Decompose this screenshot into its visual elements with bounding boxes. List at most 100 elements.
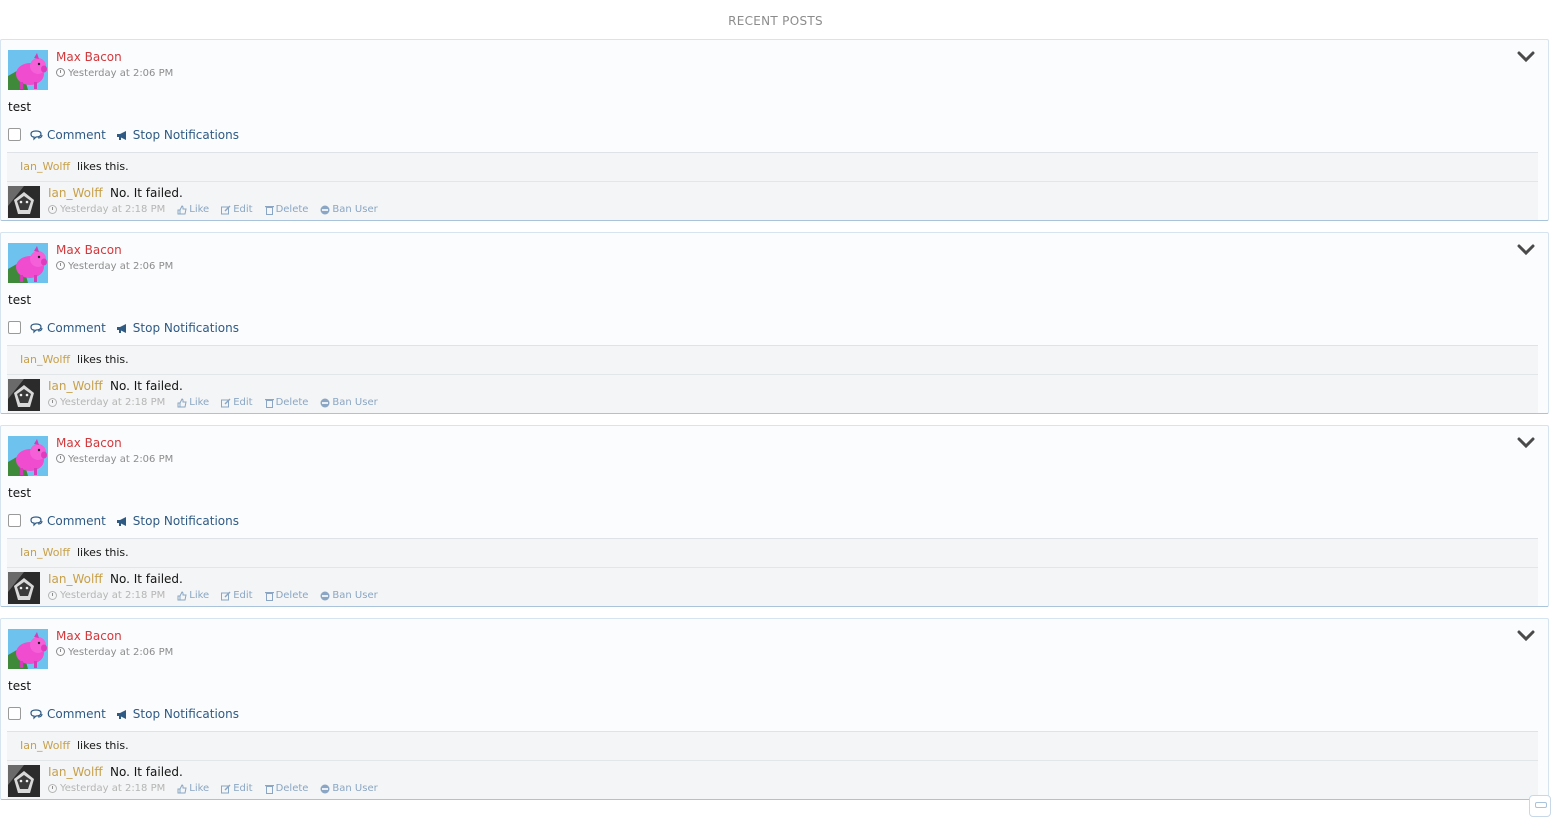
post-author-name[interactable]: Max Bacon: [56, 243, 122, 257]
comment-button[interactable]: Comment: [30, 707, 106, 721]
trash-icon: [264, 398, 274, 408]
chevron-down-icon[interactable]: [1517, 629, 1535, 643]
avatar[interactable]: [8, 379, 40, 411]
post-timestamp: Yesterday at 2:06 PM: [56, 647, 173, 658]
stop-notifications-label: Stop Notifications: [132, 707, 239, 721]
comment-time-text: Yesterday at 2:18 PM: [60, 397, 166, 408]
likes-text: likes this.: [77, 353, 129, 366]
post-time-text: Yesterday at 2:06 PM: [68, 68, 174, 79]
like-button[interactable]: Like: [177, 590, 209, 601]
ban-user-button[interactable]: Ban User: [320, 590, 378, 601]
delete-button[interactable]: Delete: [264, 397, 308, 408]
avatar[interactable]: [8, 50, 48, 90]
trash-icon: [264, 591, 274, 601]
edit-label: Edit: [233, 783, 253, 794]
clock-icon: [48, 205, 57, 214]
like-label: Like: [189, 590, 210, 601]
stop-notifications-button[interactable]: Stop Notifications: [116, 321, 239, 335]
post-actions: Comment Stop Notifications: [8, 512, 249, 530]
ban-user-button[interactable]: Ban User: [320, 204, 378, 215]
select-post-checkbox[interactable]: [8, 320, 21, 334]
comment-meta: Yesterday at 2:18 PM Like Edit Delete Ba…: [48, 397, 390, 408]
comment-text: No. It failed.: [110, 765, 183, 779]
likes-text: likes this.: [77, 546, 129, 559]
avatar[interactable]: [8, 436, 48, 476]
post-body: test: [8, 293, 32, 307]
edit-button[interactable]: Edit: [221, 204, 253, 215]
post-card: Max Bacon Yesterday at 2:06 PM test Comm…: [0, 232, 1549, 414]
likes-text: likes this.: [77, 160, 129, 173]
thumbs-up-icon: [177, 590, 187, 600]
avatar[interactable]: [8, 243, 48, 283]
like-label: Like: [189, 397, 210, 408]
ban-icon: [320, 591, 330, 600]
comment-meta: Yesterday at 2:18 PM Like Edit Delete Ba…: [48, 204, 390, 215]
select-post-checkbox[interactable]: [8, 127, 21, 141]
thumbs-up-icon: [177, 204, 187, 214]
edit-button[interactable]: Edit: [221, 783, 253, 794]
stop-notifications-button[interactable]: Stop Notifications: [116, 128, 239, 142]
comment-button[interactable]: Comment: [30, 514, 106, 528]
ban-user-button[interactable]: Ban User: [320, 783, 378, 794]
delete-button[interactable]: Delete: [264, 204, 309, 215]
ban-user-label: Ban User: [332, 204, 378, 215]
delete-label: Delete: [275, 204, 309, 215]
select-post-checkbox[interactable]: [8, 706, 21, 720]
clock-icon: [56, 261, 65, 270]
comment: Ian_Wolff No. It failed. Yesterday at 2:…: [7, 761, 1538, 799]
megaphone-icon: [116, 130, 126, 140]
liker-name[interactable]: Ian_Wolff: [20, 353, 70, 366]
post-author-name[interactable]: Max Bacon: [56, 50, 122, 64]
edit-icon: [221, 205, 231, 214]
likes-text: likes this.: [77, 739, 129, 752]
avatar[interactable]: [8, 186, 40, 218]
avatar[interactable]: [8, 629, 48, 669]
post-feed: Max Bacon Yesterday at 2:06 PM test Comm…: [0, 39, 1549, 811]
avatar[interactable]: [8, 572, 40, 604]
likes-summary: Ian_Wolff likes this.: [7, 345, 1538, 375]
stop-notifications-label: Stop Notifications: [132, 321, 239, 335]
comment-label: Comment: [47, 707, 106, 721]
ban-user-button[interactable]: Ban User: [320, 397, 378, 408]
like-button[interactable]: Like: [177, 204, 209, 215]
stop-notifications-button[interactable]: Stop Notifications: [116, 707, 239, 721]
comment-author-name[interactable]: Ian_Wolff: [48, 186, 103, 200]
liker-name[interactable]: Ian_Wolff: [20, 739, 70, 752]
comment-author-name[interactable]: Ian_Wolff: [48, 379, 103, 393]
comment-author-name[interactable]: Ian_Wolff: [48, 765, 103, 779]
thumbs-up-icon: [177, 783, 187, 793]
edit-icon: [221, 784, 231, 793]
post-actions: Comment Stop Notifications: [8, 319, 249, 337]
comment-button[interactable]: Comment: [30, 321, 106, 335]
edit-button[interactable]: Edit: [221, 590, 253, 601]
edit-icon: [221, 398, 231, 407]
comment-label: Comment: [47, 514, 106, 528]
clock-icon: [48, 784, 57, 793]
avatar[interactable]: [8, 765, 40, 797]
like-button[interactable]: Like: [177, 397, 209, 408]
post-author-name[interactable]: Max Bacon: [56, 436, 122, 450]
delete-button[interactable]: Delete: [264, 783, 308, 794]
ban-icon: [320, 784, 330, 793]
edit-button[interactable]: Edit: [221, 397, 253, 408]
post-author-name[interactable]: Max Bacon: [56, 629, 122, 643]
liker-name[interactable]: Ian_Wolff: [20, 160, 70, 173]
chevron-down-icon[interactable]: [1517, 50, 1535, 64]
ban-user-label: Ban User: [332, 590, 378, 601]
select-post-checkbox[interactable]: [8, 513, 21, 527]
comment-meta: Yesterday at 2:18 PM Like Edit Delete Ba…: [48, 783, 390, 794]
post-card: Max Bacon Yesterday at 2:06 PM test Comm…: [0, 39, 1549, 221]
liker-name[interactable]: Ian_Wolff: [20, 546, 70, 559]
comment-label: Comment: [47, 128, 106, 142]
comment-button[interactable]: Comment: [30, 128, 106, 142]
chevron-down-icon[interactable]: [1517, 436, 1535, 450]
comment-author-name[interactable]: Ian_Wolff: [48, 572, 103, 586]
post-card: Max Bacon Yesterday at 2:06 PM test Comm…: [0, 618, 1549, 800]
stop-notifications-button[interactable]: Stop Notifications: [116, 514, 239, 528]
post-time-text: Yesterday at 2:06 PM: [68, 647, 174, 658]
chevron-down-icon[interactable]: [1517, 243, 1535, 257]
post-actions: Comment Stop Notifications: [8, 126, 249, 144]
delete-button[interactable]: Delete: [264, 590, 308, 601]
scroll-to-top-button[interactable]: [1529, 795, 1551, 817]
like-button[interactable]: Like: [177, 783, 209, 794]
